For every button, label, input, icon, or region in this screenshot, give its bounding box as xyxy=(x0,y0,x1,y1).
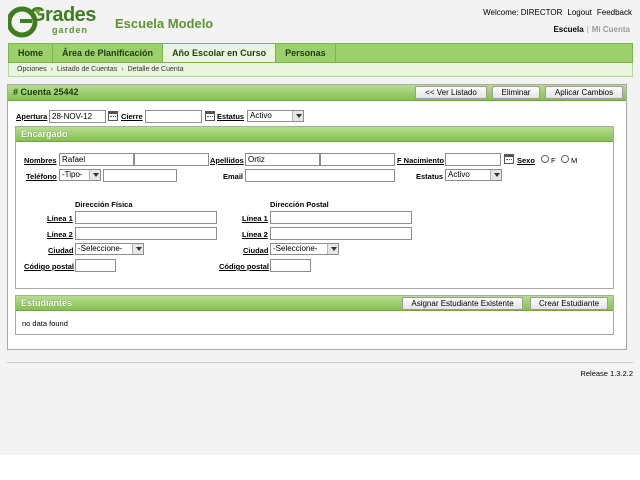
school-name: Escuela Modelo xyxy=(115,16,214,31)
logo-text-main: Grades xyxy=(30,4,96,26)
main-nav: Home Área de Planificación Año Escolar e… xyxy=(8,43,633,63)
postal-linea2-label: Línea 2 xyxy=(242,230,268,239)
estudiantes-title: Estudiantes xyxy=(21,298,73,308)
breadcrumb-arrow-icon: › xyxy=(50,66,53,73)
email-label: Email xyxy=(223,172,244,181)
top-links: Welcome: DIRECTOR Logout Feedback xyxy=(483,8,632,17)
scope-separator: | xyxy=(586,25,589,34)
release-version: Release 1.3.2.2 xyxy=(580,369,633,378)
chevron-down-icon xyxy=(490,170,501,180)
fisica-ciudad-label: Ciudad xyxy=(48,246,74,255)
chevron-down-icon xyxy=(89,170,100,180)
fisica-linea1-input[interactable] xyxy=(75,211,217,224)
telefono-input[interactable] xyxy=(103,169,177,182)
fisica-linea1-label: Línea 1 xyxy=(47,214,73,223)
account-panel-header: # Cuenta 25442 << Ver Listado Eliminar A… xyxy=(8,85,626,101)
scope-switch: Escuela | Mi Cuenta xyxy=(553,25,630,34)
telefono-type-value: -Tipo- xyxy=(62,170,83,179)
email-input[interactable] xyxy=(245,169,395,182)
logout-link[interactable]: Logout xyxy=(567,8,591,17)
calendar-icon[interactable] xyxy=(108,111,118,121)
telefono-label: Teléfono xyxy=(26,172,57,181)
postal-linea1-input[interactable] xyxy=(270,211,412,224)
welcome-text: Welcome: DIRECTOR xyxy=(483,8,563,17)
direccion-fisica-title: Dirección Física xyxy=(75,200,133,209)
assign-student-button[interactable]: Asignar Estudiante Existente xyxy=(402,297,523,310)
estudiantes-panel-header: Estudiantes Asignar Estudiante Existente… xyxy=(16,296,613,311)
account-title: # Cuenta 25442 xyxy=(13,87,79,97)
fisica-linea2-label: Línea 2 xyxy=(47,230,73,239)
tab-ano-escolar[interactable]: Año Escolar en Curso xyxy=(163,44,277,62)
fisica-cp-label: Código postal xyxy=(24,262,74,271)
fnacimiento-input[interactable] xyxy=(445,153,501,166)
apertura-label: Apertura xyxy=(16,112,48,121)
sexo-m-radio[interactable] xyxy=(561,155,569,163)
nombres-input[interactable]: Rafael xyxy=(59,153,134,166)
sexo-f-radio[interactable] xyxy=(541,155,549,163)
feedback-link[interactable]: Feedback xyxy=(597,8,632,17)
postal-ciudad-label: Ciudad xyxy=(243,246,269,255)
encargado-estatus-label: Estatus xyxy=(416,172,444,181)
fisica-cp-input[interactable] xyxy=(75,259,116,272)
postal-ciudad-value: -Seleccione- xyxy=(273,244,318,253)
apply-changes-button[interactable]: Aplicar Cambios xyxy=(545,86,623,99)
breadcrumb-listado[interactable]: Listado de Cuentas xyxy=(57,66,117,73)
delete-button[interactable]: Eliminar xyxy=(492,86,540,99)
apellidos2-input[interactable] xyxy=(320,153,395,166)
scope-my-account-link[interactable]: Mi Cuenta xyxy=(592,25,630,34)
fisica-ciudad-select[interactable]: -Seleccione- xyxy=(75,243,144,255)
sexo-m-label: M xyxy=(571,156,578,165)
postal-ciudad-select[interactable]: -Seleccione- xyxy=(270,243,339,255)
breadcrumb-opciones[interactable]: Opciones xyxy=(17,66,47,73)
create-student-button[interactable]: Crear Estudiante xyxy=(530,297,608,310)
estatus-select-value: Activo xyxy=(250,111,272,120)
apellidos-input[interactable]: Ortiz xyxy=(245,153,320,166)
fnacimiento-label: F Nacimiento xyxy=(397,156,445,165)
chevron-down-icon xyxy=(292,111,303,121)
logo-text-sub: garden xyxy=(52,25,89,35)
tab-planificacion[interactable]: Área de Planificación xyxy=(53,44,164,62)
telefono-type-select[interactable]: -Tipo- xyxy=(59,169,101,181)
breadcrumb-arrow-icon: › xyxy=(121,66,124,73)
apellidos-label: Apellidos xyxy=(210,156,244,165)
postal-linea2-input[interactable] xyxy=(270,227,412,240)
nombres2-input[interactable] xyxy=(134,153,209,166)
sexo-f-label: F xyxy=(551,156,556,165)
tab-personas[interactable]: Personas xyxy=(276,44,336,62)
cierre-label: Cierre xyxy=(121,112,143,121)
sexo-label: Sexo xyxy=(517,156,535,165)
encargado-estatus-select[interactable]: Activo xyxy=(445,169,502,181)
encargado-title: Encargado xyxy=(21,129,68,139)
breadcrumb-detalle: Detalle de Cuenta xyxy=(127,66,184,73)
calendar-icon[interactable] xyxy=(504,154,514,164)
tab-home[interactable]: Home xyxy=(9,44,54,62)
fisica-linea2-input[interactable] xyxy=(75,227,217,240)
breadcrumb: Opciones › Listado de Cuentas › Detalle … xyxy=(8,63,633,77)
fisica-ciudad-value: -Seleccione- xyxy=(78,244,123,253)
postal-cp-label: Código postal xyxy=(219,262,269,271)
chevron-down-icon xyxy=(132,244,143,254)
estatus-select[interactable]: Activo xyxy=(247,110,304,122)
account-panel: # Cuenta 25442 << Ver Listado Eliminar A… xyxy=(7,84,627,350)
direccion-postal-title: Dirección Postal xyxy=(270,200,329,209)
encargado-estatus-value: Activo xyxy=(448,170,470,179)
view-list-button[interactable]: << Ver Listado xyxy=(415,86,487,99)
cierre-input[interactable] xyxy=(145,110,202,123)
apertura-input[interactable]: 28-NOV-12 xyxy=(49,110,106,123)
postal-linea1-label: Línea 1 xyxy=(242,214,268,223)
encargado-panel: Encargado Nombres Rafael Apellidos Ortiz… xyxy=(15,126,614,289)
estatus-label: Estatus xyxy=(217,112,245,121)
nombres-label: Nombres xyxy=(24,156,57,165)
scope-school-link[interactable]: Escuela xyxy=(553,25,583,34)
no-data-text: no data found xyxy=(22,319,68,328)
encargado-panel-header: Encargado xyxy=(16,127,613,142)
chevron-down-icon xyxy=(327,244,338,254)
footer-divider xyxy=(7,362,633,363)
postal-cp-input[interactable] xyxy=(270,259,311,272)
estudiantes-panel: Estudiantes Asignar Estudiante Existente… xyxy=(15,295,614,335)
calendar-icon[interactable] xyxy=(205,111,215,121)
